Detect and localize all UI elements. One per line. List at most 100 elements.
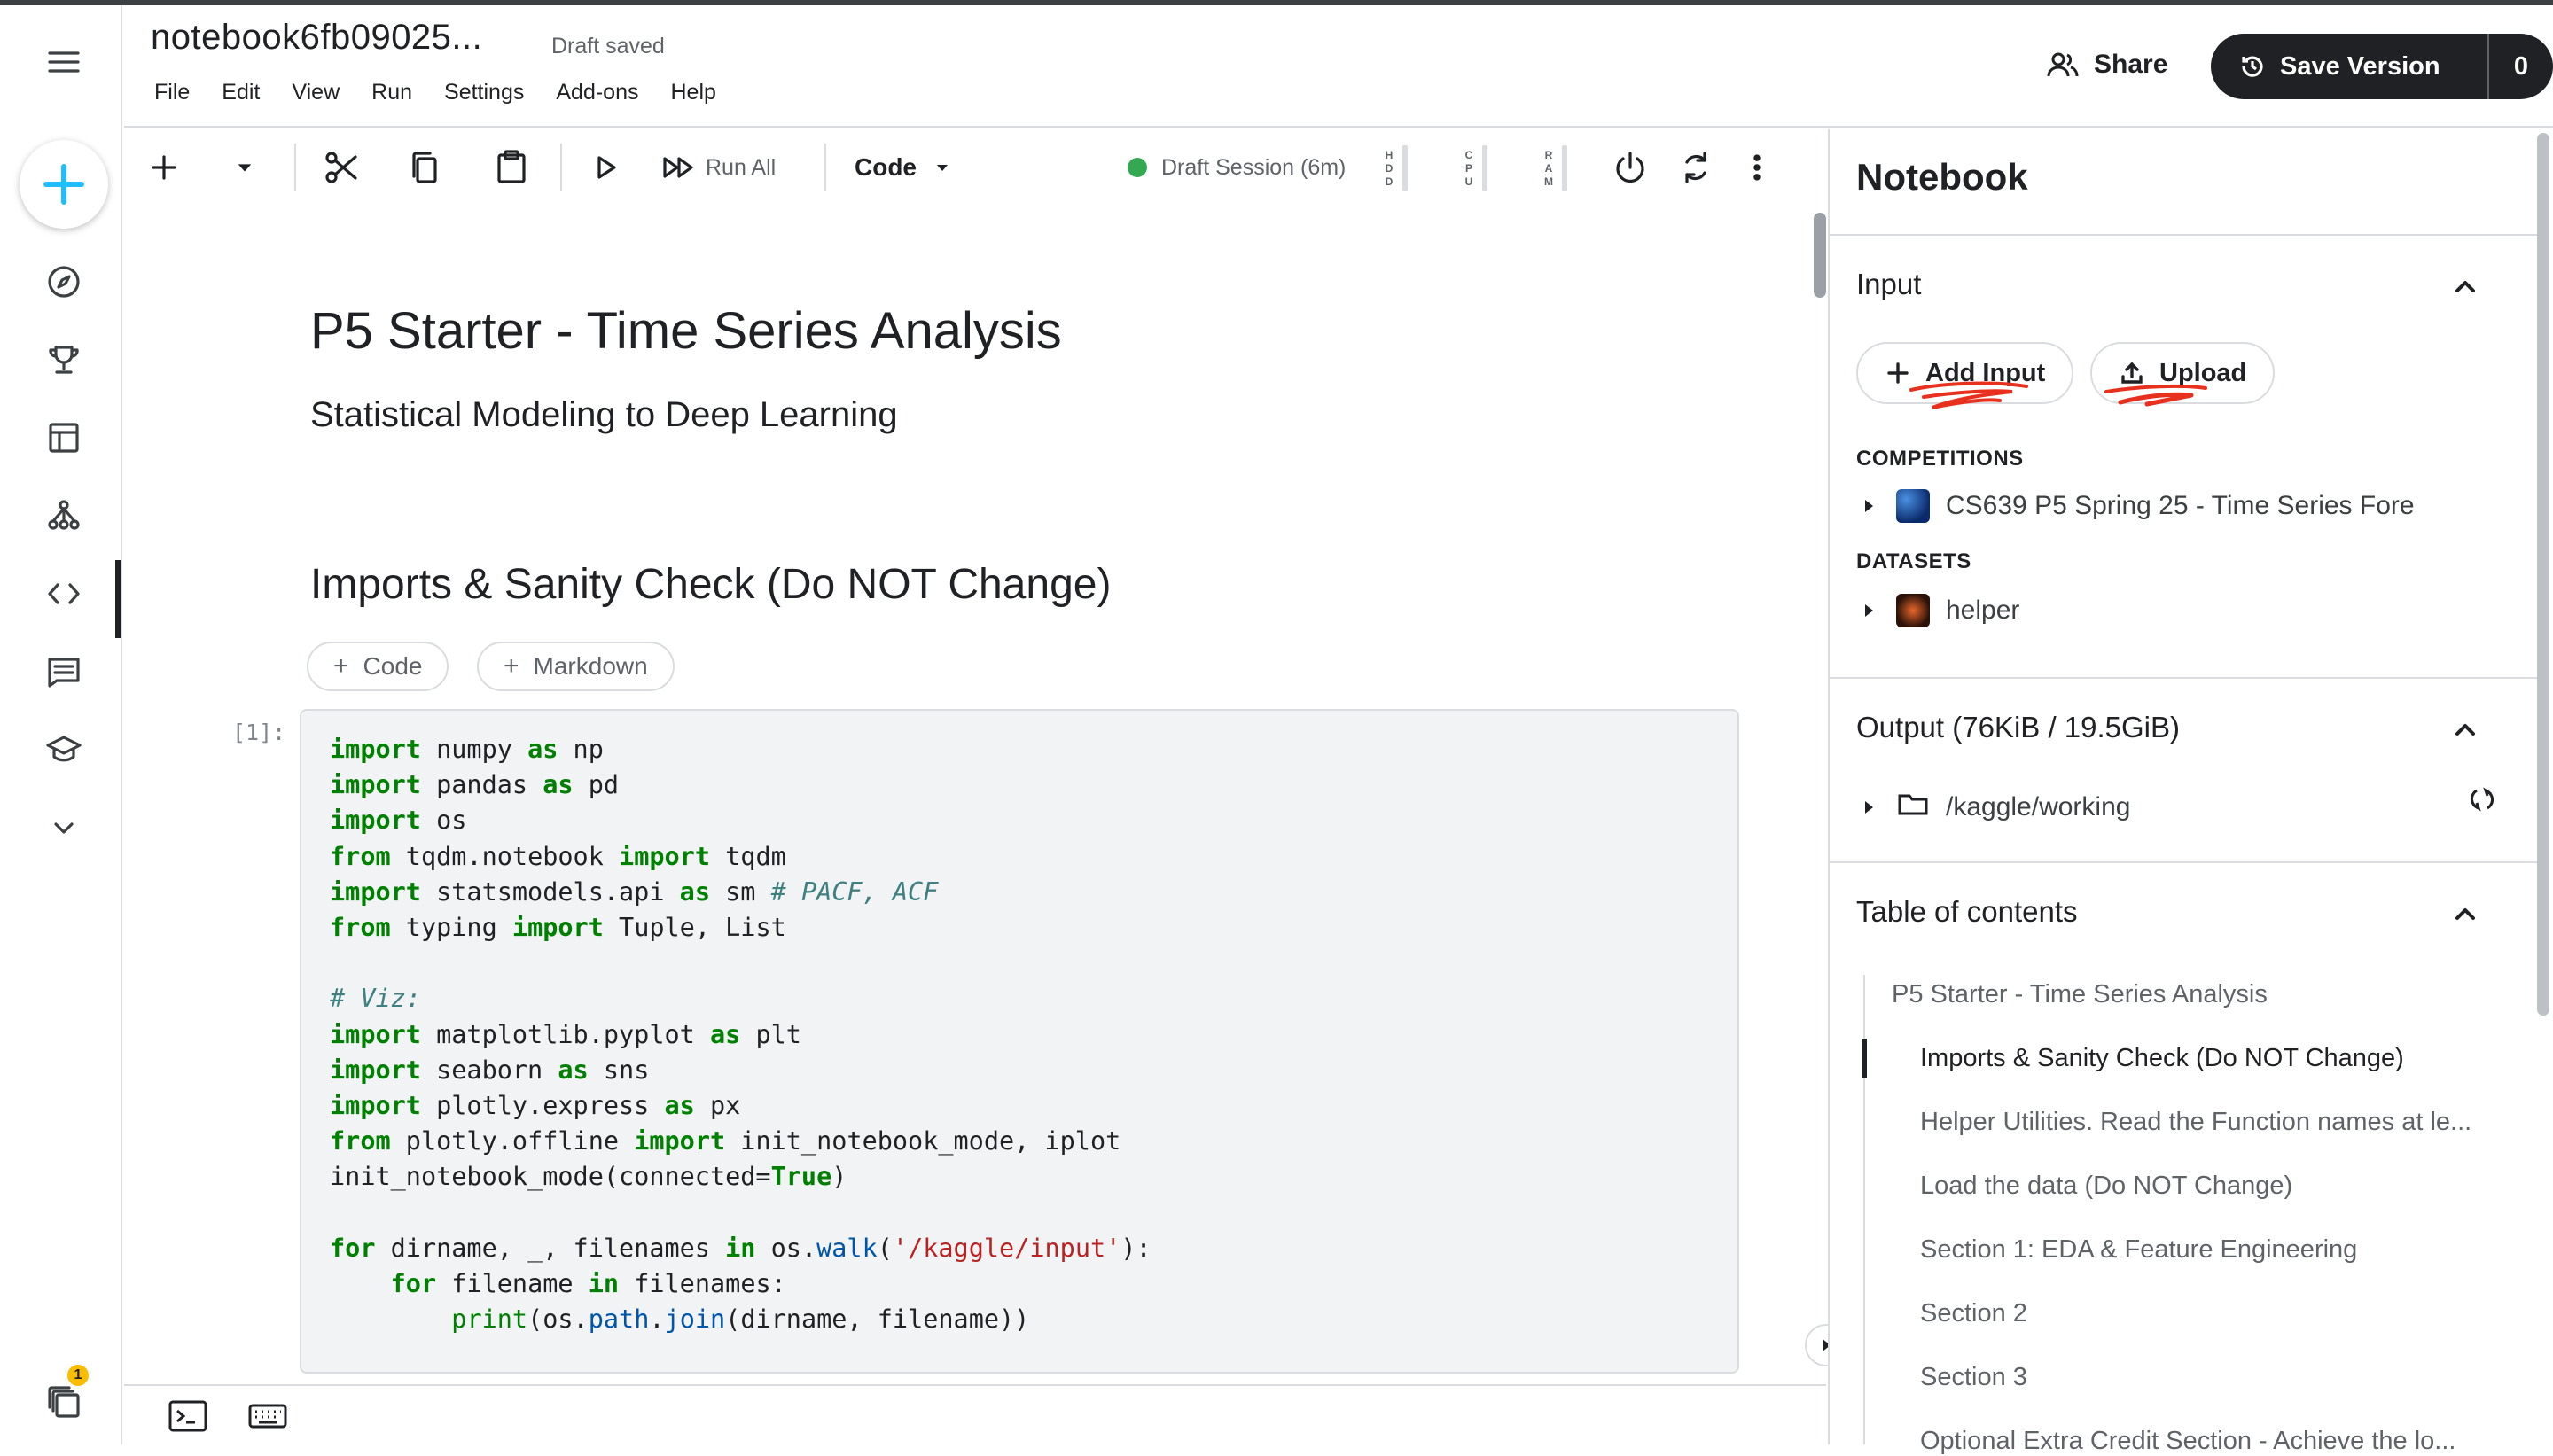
plus-icon: + xyxy=(333,651,349,681)
output-folder-row[interactable]: /kaggle/working xyxy=(1865,787,2130,828)
toc-item[interactable]: Section 2 xyxy=(1920,1299,2027,1328)
toc-item[interactable]: Imports & Sanity Check (Do NOT Change) xyxy=(1920,1044,2404,1073)
menu-file[interactable]: File xyxy=(154,80,190,105)
toc-item[interactable]: Optional Extra Credit Section - Achieve … xyxy=(1920,1427,2455,1456)
section-heading: Imports & Sanity Check (Do NOT Change) xyxy=(310,561,1112,608)
cell-type-label: Code xyxy=(855,153,917,181)
code-line: import seaborn as sns xyxy=(330,1055,650,1085)
output-path: /kaggle/working xyxy=(1946,792,2131,821)
run-cell-icon[interactable] xyxy=(583,145,628,190)
add-input-button[interactable]: Add Input xyxy=(1856,342,2074,404)
folder-icon xyxy=(1896,787,1946,828)
dataset-name: helper xyxy=(1946,596,2020,625)
models-icon[interactable] xyxy=(39,491,89,541)
menu-help[interactable]: Help xyxy=(670,80,715,105)
comments-icon[interactable] xyxy=(39,647,89,697)
create-button[interactable] xyxy=(20,140,108,229)
code-line: print(os.path.join(dirname, filename)) xyxy=(451,1304,1030,1335)
expand-arrow-icon[interactable] xyxy=(1865,604,1873,617)
datasets-label: DATASETS xyxy=(1856,549,1971,573)
fast-forward-icon xyxy=(663,157,693,178)
share-button[interactable]: Share xyxy=(2046,48,2167,82)
paste-icon[interactable] xyxy=(489,145,534,190)
code-line: import numpy as np xyxy=(330,735,604,764)
chevron-up-icon[interactable] xyxy=(2452,716,2479,743)
dataset-thumbnail xyxy=(1896,594,1930,627)
cell-type-select[interactable]: Code xyxy=(855,145,970,190)
left-navigation-rail: 1 xyxy=(0,5,122,1444)
save-version-button[interactable]: Save Version 0 xyxy=(2211,34,2553,99)
panel-scrollbar[interactable] xyxy=(2537,133,2549,1016)
table-icon[interactable] xyxy=(39,413,89,463)
session-status[interactable]: Draft Session (6m) xyxy=(1128,145,1482,190)
code-icon[interactable] xyxy=(39,569,89,619)
input-section-title[interactable]: Input xyxy=(1856,268,1921,301)
console-icon[interactable] xyxy=(167,1398,209,1434)
add-cell-dropdown-icon[interactable] xyxy=(227,145,262,190)
code-line: import os xyxy=(330,806,467,836)
add-input-label: Add Input xyxy=(1925,358,2046,387)
code-line: for filename in filenames: xyxy=(390,1269,786,1299)
add-cell-icon[interactable] xyxy=(142,145,186,190)
trophy-icon[interactable] xyxy=(39,335,89,385)
chevron-up-icon[interactable] xyxy=(2452,273,2479,300)
session-label: Draft Session (6m) xyxy=(1161,154,1347,180)
more-options-icon[interactable] xyxy=(1739,145,1775,190)
toc-item[interactable]: Section 1: EDA & Feature Engineering xyxy=(1920,1235,2357,1265)
people-icon xyxy=(2047,52,2079,77)
power-icon[interactable] xyxy=(1608,145,1652,190)
refresh-output-icon[interactable] xyxy=(2468,785,2496,814)
notebook-subtitle: Statistical Modeling to Deep Learning xyxy=(310,395,898,434)
expand-arrow-icon[interactable] xyxy=(1865,801,1873,814)
competitions-label: COMPETITIONS xyxy=(1856,447,2024,471)
toolbar-divider xyxy=(560,144,562,191)
cut-icon[interactable] xyxy=(319,145,363,190)
toc-item[interactable]: P5 Starter - Time Series Analysis xyxy=(1892,980,2268,1009)
caret-down-icon xyxy=(937,165,948,171)
add-code-cell-button[interactable]: + Code xyxy=(307,642,449,691)
notebook-title[interactable]: notebook6fb09025... xyxy=(151,18,482,58)
toc-item[interactable]: Helper Utilities. Read the Function name… xyxy=(1920,1108,2471,1137)
version-count[interactable]: 0 xyxy=(2489,52,2553,82)
add-markdown-label: Markdown xyxy=(533,652,648,680)
keyboard-icon[interactable] xyxy=(246,1398,289,1434)
hamburger-menu-icon[interactable] xyxy=(39,37,89,87)
menu-settings[interactable]: Settings xyxy=(444,80,524,105)
panel-title: Notebook xyxy=(1856,156,2028,198)
menu-add-ons[interactable]: Add-ons xyxy=(556,80,638,105)
code-editor[interactable]: import numpy as np import pandas as pd imp… xyxy=(330,732,1152,1337)
menu-edit[interactable]: Edit xyxy=(222,80,260,105)
chevron-up-icon[interactable] xyxy=(2452,900,2479,927)
run-all-label: Run All xyxy=(706,154,777,180)
toc-item[interactable]: Load the data (Do NOT Change) xyxy=(1920,1172,2292,1201)
menu-view[interactable]: View xyxy=(292,80,340,105)
plus-icon xyxy=(1887,362,1909,384)
expand-arrow-icon[interactable] xyxy=(1865,500,1873,512)
session-status-dot xyxy=(1128,158,1147,177)
hdd-meter[interactable]: HDD xyxy=(1385,145,1408,191)
add-markdown-cell-button[interactable]: + Markdown xyxy=(477,642,675,691)
toc-item[interactable]: Section 3 xyxy=(1920,1363,2027,1392)
run-all-button[interactable]: Run All xyxy=(660,145,810,190)
cpu-meter[interactable]: CPU xyxy=(1464,145,1487,191)
notebook-scrollbar[interactable] xyxy=(1814,213,1826,298)
code-line: # Viz: xyxy=(330,984,421,1014)
code-line: for dirname, _, filenames in os.walk('/k… xyxy=(330,1233,1152,1263)
learn-icon[interactable] xyxy=(39,725,89,775)
dataset-input-row[interactable]: helper xyxy=(1865,594,2019,627)
menu-run[interactable]: Run xyxy=(371,80,412,105)
compass-icon[interactable] xyxy=(39,257,89,307)
notebook-heading-title: P5 Starter - Time Series Analysis xyxy=(310,302,1062,360)
restart-icon[interactable] xyxy=(1674,145,1718,190)
ram-meter[interactable]: RAM xyxy=(1544,145,1567,191)
copy-icon[interactable] xyxy=(402,145,447,190)
competition-input-row[interactable]: CS639 P5 Spring 25 - Time Series Fore xyxy=(1865,489,2415,523)
code-line: from typing import Tuple, List xyxy=(330,913,786,943)
code-line: from tqdm.notebook import tqdm xyxy=(330,841,786,871)
output-section-title[interactable]: Output (76KiB / 19.5GiB) xyxy=(1856,711,2180,744)
toc-section-title[interactable]: Table of contents xyxy=(1856,895,2078,929)
notebook-toolbar: Run All Code Draft Session (6m) HDD CPU … xyxy=(124,129,1826,206)
chevron-down-icon[interactable] xyxy=(39,803,89,853)
upload-button[interactable]: Upload xyxy=(2090,342,2276,404)
